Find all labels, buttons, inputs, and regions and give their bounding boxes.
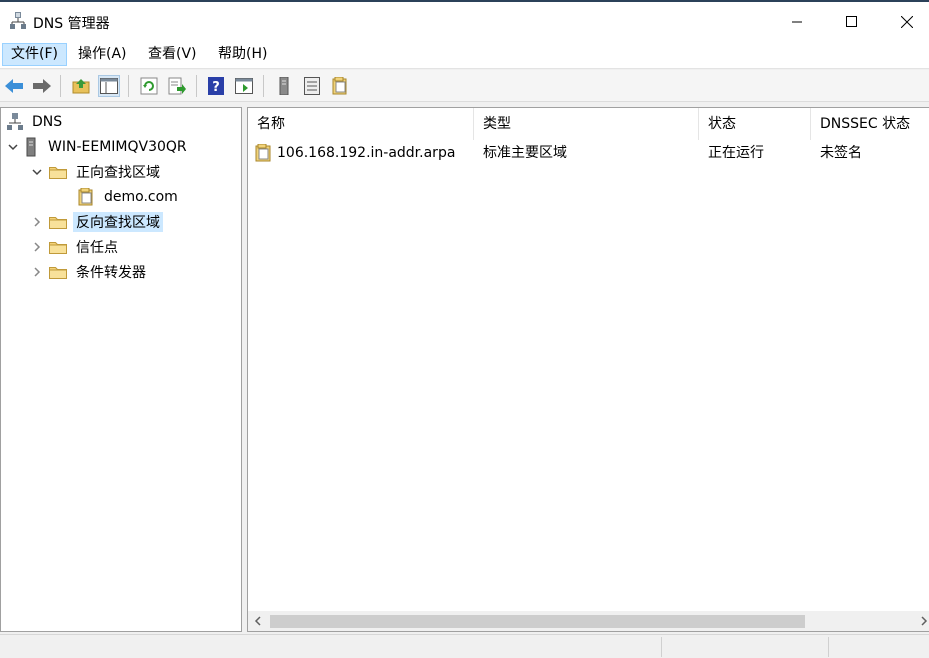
help-button[interactable]: ?	[205, 75, 227, 97]
title-bar: DNS 管理器	[0, 0, 929, 40]
tree-item-forward-lookup-zones[interactable]: 正向查找区域	[31, 161, 163, 183]
column-header-dnssec-status[interactable]: DNSSEC 状态	[811, 108, 929, 140]
console-tree: DNS WIN-EEMIMQV30QR 正向查找区域 demo.com 反向查找…	[0, 107, 242, 632]
results-pane: 名称 类型 状态 DNSSEC 状态 106.168.192.in-addr.a…	[247, 107, 929, 632]
scroll-left-icon[interactable]	[254, 616, 262, 626]
tree-item-trust-points[interactable]: 信任点	[31, 236, 121, 258]
tree-label-dns: DNS	[32, 114, 63, 130]
back-arrow-icon	[5, 79, 23, 93]
dns-icon	[7, 113, 23, 130]
folder-icon	[49, 267, 67, 279]
show-hide-console-tree-button[interactable]	[98, 75, 120, 97]
status-divider	[828, 637, 829, 657]
tree-label-conditional-forwarders: 条件转发器	[76, 265, 146, 281]
maximize-icon	[846, 16, 857, 27]
cell-dnssec-status: 未签名	[820, 145, 862, 161]
tree-item-conditional-forwarders[interactable]: 条件转发器	[31, 261, 149, 283]
column-header-name[interactable]: 名称	[248, 108, 474, 140]
cell-zone-status: 正在运行	[708, 145, 764, 161]
tree-label-server: WIN-EEMIMQV30QR	[48, 139, 187, 155]
close-icon	[901, 16, 913, 28]
chevron-down-icon[interactable]	[31, 166, 43, 178]
tree-label-trust-points: 信任点	[76, 240, 118, 256]
chevron-right-icon[interactable]	[31, 241, 43, 253]
close-button[interactable]	[884, 4, 929, 40]
tree-label-reverse-lookup-zones: 反向查找区域	[73, 212, 163, 232]
tree-label-forward-lookup-zones: 正向查找区域	[76, 165, 160, 181]
export-icon	[168, 77, 186, 95]
toolbar-separator	[60, 75, 61, 97]
tree-label-demo-com: demo.com	[104, 189, 178, 205]
tree-item-server[interactable]: WIN-EEMIMQV30QR	[7, 136, 190, 158]
forward-arrow-icon	[33, 79, 51, 93]
toolbar-separator	[263, 75, 264, 97]
menu-bar: 文件(F) 操作(A) 查看(V) 帮助(H)	[0, 40, 929, 69]
toolbar: ?	[0, 70, 929, 102]
scroll-right-icon[interactable]	[920, 616, 928, 626]
chevron-right-icon[interactable]	[31, 216, 43, 228]
list-view-icon	[304, 77, 320, 95]
refresh-button[interactable]	[138, 75, 160, 97]
chevron-down-icon[interactable]	[7, 141, 19, 153]
menu-action[interactable]: 操作(A)	[70, 43, 135, 66]
up-one-level-button[interactable]	[70, 75, 92, 97]
column-header-status[interactable]: 状态	[699, 108, 811, 140]
toolbar-separator	[196, 75, 197, 97]
zone-file-icon	[78, 188, 93, 206]
list-view-button[interactable]	[301, 75, 323, 97]
minimize-icon	[792, 21, 802, 23]
tree-item-reverse-lookup-zones[interactable]: 反向查找区域	[31, 211, 163, 233]
zone-file-icon	[332, 77, 347, 95]
export-list-button[interactable]	[166, 75, 188, 97]
toolbar-separator	[128, 75, 129, 97]
server-icon	[26, 137, 36, 157]
folder-icon	[49, 242, 67, 254]
tree-item-demo-com[interactable]: demo.com	[77, 186, 181, 208]
dns-app-icon	[10, 12, 26, 29]
action-pane-icon	[235, 78, 253, 94]
show-action-pane-button[interactable]	[233, 75, 255, 97]
refresh-icon	[140, 77, 158, 95]
zone-button[interactable]	[329, 75, 351, 97]
zone-file-icon	[255, 144, 271, 162]
menu-view[interactable]: 查看(V)	[140, 43, 205, 66]
menu-help[interactable]: 帮助(H)	[210, 43, 275, 66]
menu-file[interactable]: 文件(F)	[2, 43, 67, 66]
help-icon: ?	[208, 77, 224, 95]
svg-text:?: ?	[212, 80, 220, 95]
column-header-type[interactable]: 类型	[474, 108, 699, 140]
cell-zone-type: 标准主要区域	[483, 145, 567, 161]
scrollbar-thumb[interactable]	[270, 615, 805, 628]
folder-icon	[49, 167, 67, 179]
minimize-button[interactable]	[774, 4, 820, 40]
window-title: DNS 管理器	[33, 16, 110, 32]
folder-icon	[49, 217, 67, 229]
tree-item-dns[interactable]: DNS	[7, 111, 65, 133]
back-button[interactable]	[3, 75, 25, 97]
forward-button[interactable]	[31, 75, 53, 97]
chevron-right-icon[interactable]	[31, 266, 43, 278]
maximize-button[interactable]	[829, 4, 875, 40]
status-bar	[0, 634, 929, 658]
status-divider	[661, 637, 662, 657]
horizontal-scrollbar[interactable]	[248, 611, 929, 631]
console-tree-icon	[100, 78, 118, 94]
folder-up-icon	[72, 79, 90, 94]
cell-zone-name: 106.168.192.in-addr.arpa	[277, 145, 456, 161]
server-button[interactable]	[273, 75, 295, 97]
server-icon	[279, 77, 289, 95]
